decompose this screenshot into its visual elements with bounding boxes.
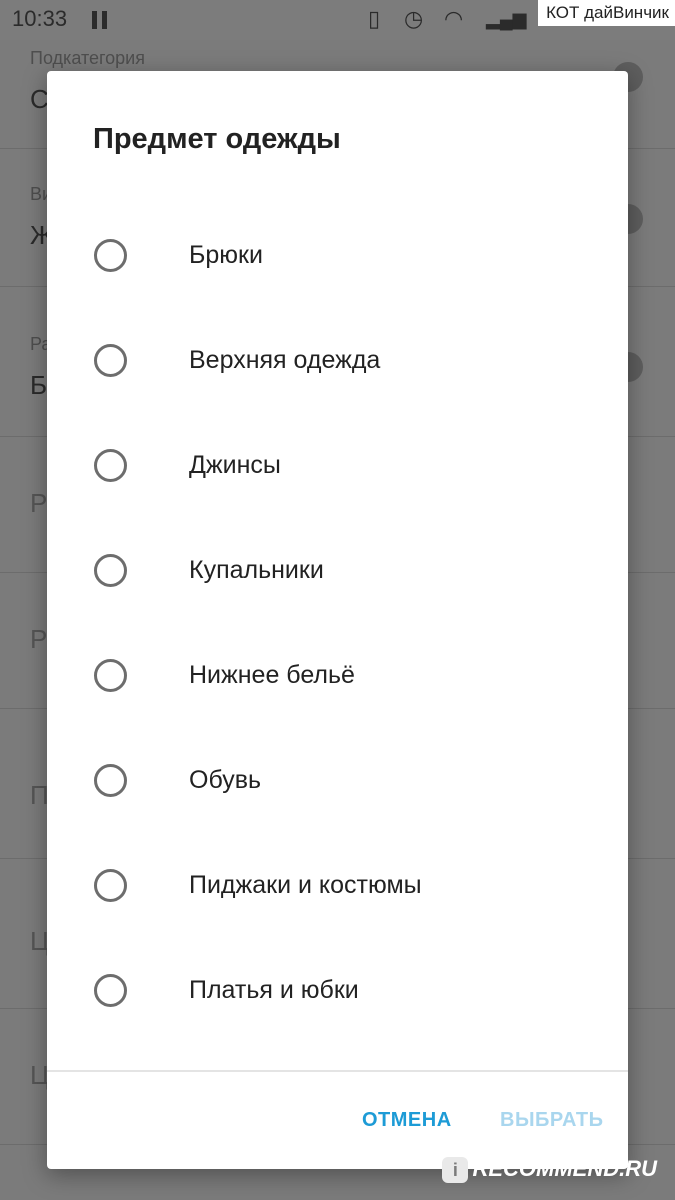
bg-row-value: Б: [30, 370, 48, 400]
option-label: Пиджаки и костюмы: [189, 871, 422, 899]
option-label: Обувь: [189, 766, 262, 794]
option-swimwear[interactable]: Купальники: [47, 520, 628, 625]
watermark-top: КОТ дайВинчик: [538, 0, 675, 26]
watermark-bottom: i RECOMMEND.RU: [442, 1156, 657, 1190]
dialog-title: Предмет одежды: [93, 123, 341, 155]
option-dresses-skirts[interactable]: Платья и юбки: [47, 940, 628, 1045]
alarm-icon: ◷: [404, 6, 424, 31]
bg-row-value: С: [30, 84, 49, 114]
status-time: 10:33: [12, 6, 68, 31]
watermark-text: RECOMMEND.RU: [472, 1156, 657, 1181]
option-jeans[interactable]: Джинсы: [47, 415, 628, 520]
watermark-logo-icon: i: [442, 1157, 469, 1184]
radio-button[interactable]: [94, 869, 127, 902]
cancel-button[interactable]: ОТМЕНА: [362, 1109, 452, 1132]
clothing-item-dialog: Предмет одежды Брюки Верхняя одежда Джин…: [47, 71, 628, 1169]
option-underwear[interactable]: Нижнее бельё: [47, 625, 628, 730]
vibrate-icon: ▯: [368, 6, 381, 31]
option-label: Платья и юбки: [189, 976, 359, 1004]
radio-button[interactable]: [94, 554, 127, 587]
signal-icon: ▂▄▆: [486, 9, 527, 29]
radio-button[interactable]: [94, 344, 127, 377]
radio-button[interactable]: [94, 764, 127, 797]
option-outerwear[interactable]: Верхняя одежда: [47, 310, 628, 415]
select-button[interactable]: ВЫБРАТЬ: [500, 1109, 604, 1132]
radio-button[interactable]: [94, 659, 127, 692]
option-label: Верхняя одежда: [189, 346, 381, 374]
bg-row-text: Р: [30, 488, 48, 518]
radio-button[interactable]: [94, 449, 127, 482]
wifi-icon: ◠: [444, 6, 464, 31]
bg-row-text: Р: [30, 624, 48, 654]
option-shoes[interactable]: Обувь: [47, 730, 628, 835]
option-jackets-suits[interactable]: Пиджаки и костюмы: [47, 835, 628, 940]
option-label: Джинсы: [189, 451, 281, 479]
radio-button[interactable]: [94, 974, 127, 1007]
option-label: Нижнее бельё: [189, 661, 355, 689]
dialog-divider: [47, 1070, 628, 1072]
radio-button[interactable]: [94, 239, 127, 272]
pause-icon: [92, 11, 108, 29]
option-label: Брюки: [189, 241, 263, 269]
option-trousers[interactable]: Брюки: [47, 205, 628, 310]
bg-row-text: П: [30, 780, 49, 810]
option-label: Купальники: [189, 556, 324, 584]
bg-row-label: Подкатегория: [30, 48, 145, 68]
